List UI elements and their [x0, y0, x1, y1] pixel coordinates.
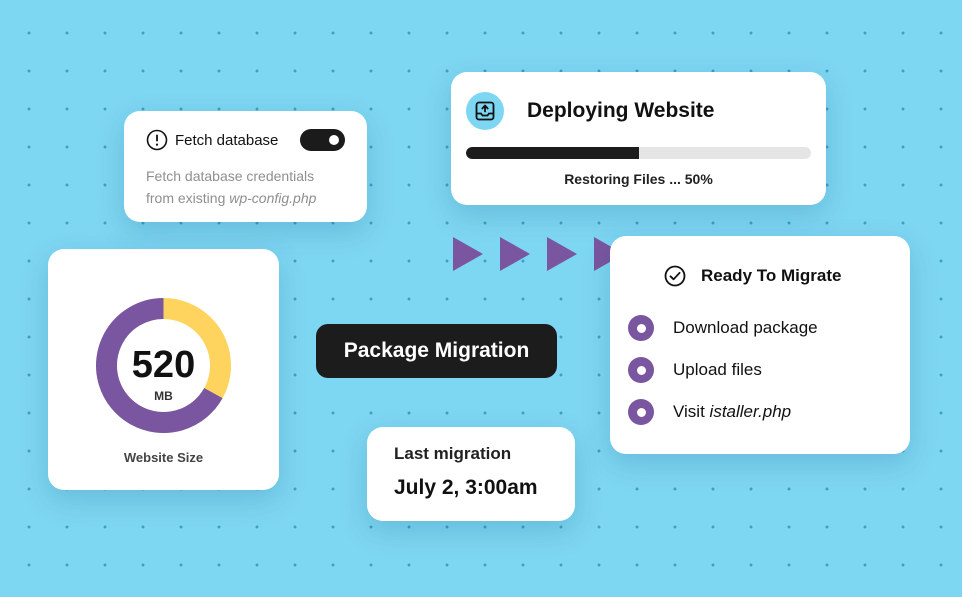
deploying-title: Deploying Website [527, 99, 715, 122]
play-arrow-icon [500, 237, 530, 271]
toggle-knob [329, 135, 339, 145]
step-bullet-icon [628, 399, 654, 425]
step-label: Download package [673, 318, 818, 337]
last-migration-card: Last migration July 2, 3:00am [367, 427, 575, 521]
deploy-status-text: Restoring Files ... 50% [564, 171, 713, 187]
play-arrow-icon [547, 237, 577, 271]
check-circle-icon [664, 265, 686, 287]
deploying-website-card: Deploying Website Restoring Files ... 50… [451, 72, 826, 205]
ready-to-migrate-card: Ready To Migrate Download package Upload… [610, 236, 910, 454]
package-migration-button[interactable]: Package Migration [316, 324, 557, 378]
fetch-database-title: Fetch database [175, 131, 279, 149]
deploy-progress-fill [466, 147, 639, 159]
step-label: Visit istaller.php [673, 402, 792, 421]
website-size-card: 520 MB Website Size [48, 249, 279, 490]
last-migration-label: Last migration [394, 444, 512, 463]
fetch-database-toggle[interactable] [300, 129, 345, 151]
step-label: Upload files [673, 360, 762, 379]
step-download-package[interactable]: Download package [628, 315, 818, 341]
last-migration-value: July 2, 3:00am [394, 476, 538, 499]
installer-filename: istaller.php [709, 402, 792, 421]
info-circle-icon [146, 129, 168, 151]
ready-title: Ready To Migrate [701, 266, 842, 285]
ready-header: Ready To Migrate [664, 265, 841, 287]
play-arrow-icon [453, 237, 483, 271]
step-bullet-icon [628, 315, 654, 341]
website-size-unit: MB [154, 389, 173, 403]
step-upload-files[interactable]: Upload files [628, 357, 762, 383]
deploy-progress-bar [466, 147, 811, 159]
description-filename: wp-config.php [229, 190, 317, 206]
download-tray-icon [466, 92, 504, 130]
step-visit-installer[interactable]: Visit istaller.php [628, 399, 791, 425]
website-size-label: Website Size [123, 450, 204, 465]
fetch-database-card: Fetch database Fetch database credential… [124, 111, 367, 222]
canvas: { "fetch_card": { "title": "Fetch databa… [0, 0, 962, 597]
step-bullet-icon [628, 357, 654, 383]
fetch-database-description: Fetch database credentials from existing… [146, 165, 345, 209]
website-size-value: 520 [131, 344, 196, 386]
